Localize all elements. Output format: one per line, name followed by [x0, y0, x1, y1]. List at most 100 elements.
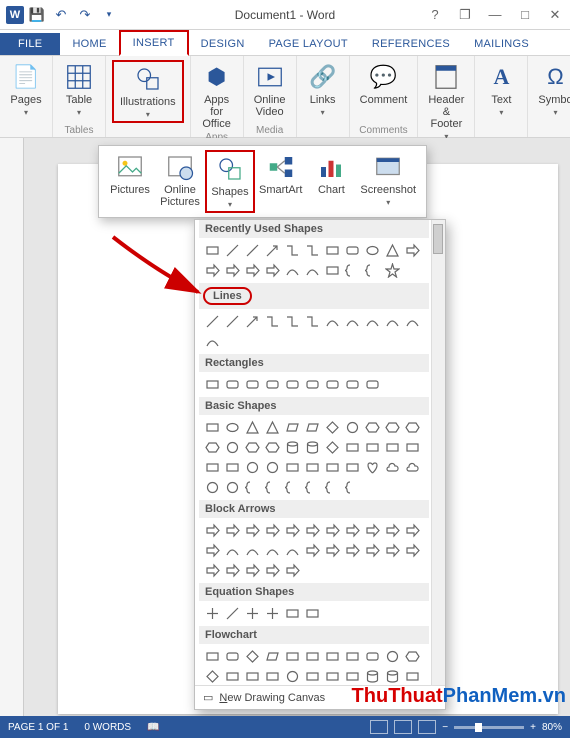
shape-curve[interactable]: [204, 333, 221, 350]
shape-barrow[interactable]: [264, 262, 281, 279]
tab-home[interactable]: HOME: [60, 33, 118, 55]
shape-hex[interactable]: [244, 439, 261, 456]
shape-diam[interactable]: [324, 419, 341, 436]
shape-rect[interactable]: [324, 242, 341, 259]
shape-conn[interactable]: [284, 242, 301, 259]
shape-circ[interactable]: [224, 479, 241, 496]
shape-line[interactable]: [224, 605, 241, 622]
shape-circ[interactable]: [244, 459, 261, 476]
view-read-mode[interactable]: [394, 720, 412, 734]
minimize-button[interactable]: —: [480, 0, 510, 30]
shape-rect[interactable]: [344, 648, 361, 665]
shape-barrow[interactable]: [204, 542, 221, 559]
shape-diam[interactable]: [244, 648, 261, 665]
shape-rect[interactable]: [284, 605, 301, 622]
shape-rect[interactable]: [344, 668, 361, 685]
shape-rrect[interactable]: [224, 376, 241, 393]
shape-brace[interactable]: [304, 479, 321, 496]
shape-rect[interactable]: [304, 668, 321, 685]
header-footer-button[interactable]: Header & Footer ▾: [424, 60, 468, 143]
shape-rect[interactable]: [204, 419, 221, 436]
shape-rect[interactable]: [204, 242, 221, 259]
shape-barrow[interactable]: [404, 542, 421, 559]
shape-rrect[interactable]: [364, 376, 381, 393]
shape-tri[interactable]: [244, 419, 261, 436]
tab-mailings[interactable]: MAILINGS: [462, 33, 541, 55]
shape-barrow[interactable]: [264, 522, 281, 539]
tab-design[interactable]: DESIGN: [189, 33, 257, 55]
shape-conn[interactable]: [284, 313, 301, 330]
shape-rect[interactable]: [344, 439, 361, 456]
shape-brace[interactable]: [344, 262, 361, 279]
shape-barrow[interactable]: [324, 542, 341, 559]
shape-conn[interactable]: [264, 313, 281, 330]
shape-barrow[interactable]: [244, 522, 261, 539]
shape-rect[interactable]: [304, 459, 321, 476]
shape-rrect[interactable]: [284, 376, 301, 393]
tab-references[interactable]: REFERENCES: [360, 33, 462, 55]
shape-rect[interactable]: [404, 439, 421, 456]
text-button[interactable]: A Text ▾: [481, 60, 521, 119]
shapes-scrollbar[interactable]: [431, 220, 445, 685]
vertical-ruler[interactable]: [0, 138, 24, 716]
shape-tri[interactable]: [264, 419, 281, 436]
shape-curve[interactable]: [264, 542, 281, 559]
status-page[interactable]: PAGE 1 OF 1: [8, 722, 68, 733]
shape-line[interactable]: [224, 242, 241, 259]
shape-cyl[interactable]: [304, 439, 321, 456]
shape-conn[interactable]: [304, 313, 321, 330]
shape-barrow[interactable]: [404, 522, 421, 539]
shape-barrow[interactable]: [224, 522, 241, 539]
shape-rrect[interactable]: [364, 648, 381, 665]
qat-more-icon[interactable]: ▾: [98, 4, 120, 26]
shape-rrect[interactable]: [264, 376, 281, 393]
shape-brace[interactable]: [264, 479, 281, 496]
shape-rect[interactable]: [284, 648, 301, 665]
shape-rect[interactable]: [324, 668, 341, 685]
shape-barrow[interactable]: [304, 542, 321, 559]
view-web-layout[interactable]: [418, 720, 436, 734]
online-pictures-button[interactable]: Online Pictures: [155, 150, 205, 213]
shape-barrow[interactable]: [384, 542, 401, 559]
apps-for-office-button[interactable]: ⬢ Apps for Office: [197, 60, 237, 132]
shape-cyl[interactable]: [384, 668, 401, 685]
shape-barrow[interactable]: [204, 522, 221, 539]
shape-barrow[interactable]: [364, 522, 381, 539]
shape-rrect[interactable]: [304, 376, 321, 393]
shape-rect[interactable]: [304, 605, 321, 622]
shape-rect[interactable]: [344, 459, 361, 476]
shape-brace[interactable]: [324, 479, 341, 496]
shape-star[interactable]: [384, 262, 401, 279]
status-proofing-icon[interactable]: 📖: [147, 722, 159, 733]
shape-rect[interactable]: [404, 668, 421, 685]
ribbon-collapse-button[interactable]: ❐: [450, 0, 480, 30]
chart-button[interactable]: Chart: [306, 150, 356, 213]
shape-rect[interactable]: [284, 459, 301, 476]
shapes-button[interactable]: Shapes ▾: [205, 150, 255, 213]
zoom-level[interactable]: 80%: [542, 722, 562, 733]
shape-curve[interactable]: [224, 542, 241, 559]
tab-page-layout[interactable]: PAGE LAYOUT: [257, 33, 360, 55]
shape-para[interactable]: [304, 419, 321, 436]
shape-rect[interactable]: [204, 376, 221, 393]
shape-oval[interactable]: [224, 419, 241, 436]
shape-rrect[interactable]: [344, 242, 361, 259]
shape-cloud[interactable]: [384, 459, 401, 476]
smartart-button[interactable]: SmartArt: [255, 150, 306, 213]
shape-curve[interactable]: [304, 262, 321, 279]
shape-plus[interactable]: [264, 605, 281, 622]
shape-rrect[interactable]: [324, 376, 341, 393]
shape-rect[interactable]: [244, 668, 261, 685]
shape-barrow[interactable]: [304, 522, 321, 539]
shape-rect[interactable]: [324, 459, 341, 476]
shape-rect[interactable]: [224, 459, 241, 476]
shape-conn[interactable]: [304, 242, 321, 259]
shape-circ[interactable]: [384, 648, 401, 665]
shape-rrect[interactable]: [224, 648, 241, 665]
shape-barrow[interactable]: [384, 522, 401, 539]
shape-brace[interactable]: [284, 479, 301, 496]
shape-rect[interactable]: [204, 459, 221, 476]
tab-file[interactable]: FILE: [0, 33, 60, 55]
shape-circ[interactable]: [224, 439, 241, 456]
shape-hex[interactable]: [264, 439, 281, 456]
